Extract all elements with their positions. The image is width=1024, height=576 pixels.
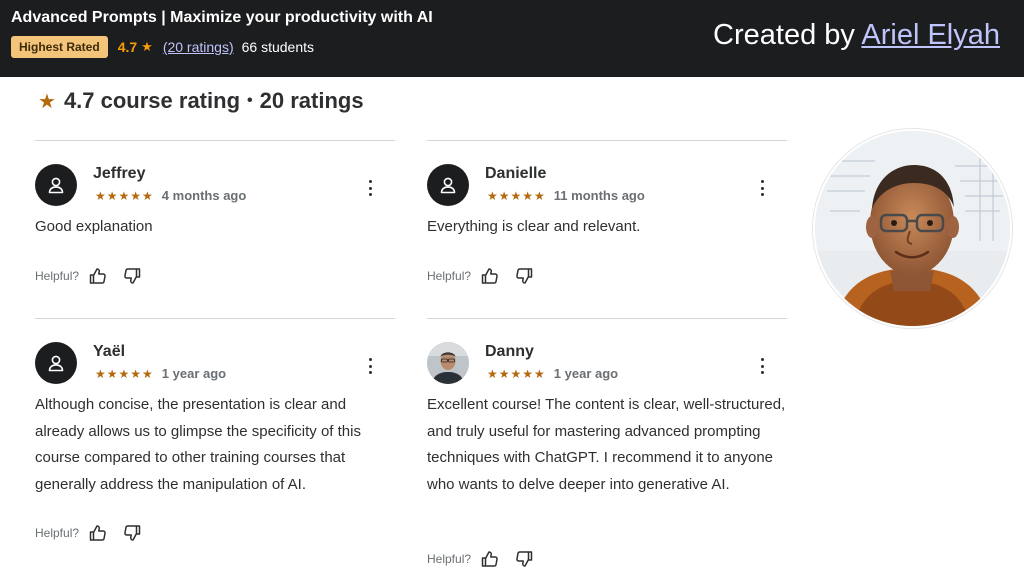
course-rating-value: 4.7 xyxy=(117,39,138,55)
helpful-row: Helpful? xyxy=(35,265,143,287)
created-by-label: Created by xyxy=(713,19,855,51)
star-rating-icon: ★★★★★ xyxy=(487,366,546,381)
star-icon: ★ xyxy=(141,39,153,54)
star-rating-icon: ★★★★★ xyxy=(95,188,154,203)
reviewer-name: Danny xyxy=(485,343,534,360)
thumbs-up-icon[interactable] xyxy=(87,522,109,544)
more-vertical-icon[interactable] xyxy=(364,178,376,198)
review-date: 4 months ago xyxy=(161,188,247,203)
star-rating-icon: ★★★★★ xyxy=(95,366,154,381)
helpful-label: Helpful? xyxy=(35,269,80,283)
helpful-row: Helpful? xyxy=(427,265,535,287)
rating-summary: ★ 4.7 course rating • 20 ratings xyxy=(38,88,364,114)
helpful-row: Helpful? xyxy=(35,522,143,544)
separator-dot: • xyxy=(247,92,253,109)
ratings-total-text: 20 ratings xyxy=(259,88,364,113)
more-vertical-icon[interactable] xyxy=(756,178,768,198)
more-vertical-icon[interactable] xyxy=(756,356,768,376)
review-rating: ★★★★★ 1 year ago xyxy=(487,366,618,381)
user-icon xyxy=(440,177,456,194)
avatar xyxy=(427,164,469,206)
divider xyxy=(427,140,787,141)
avatar xyxy=(35,164,77,206)
divider xyxy=(35,140,395,141)
course-meta: Highest Rated 4.7 ★ (20 ratings) 66 stud… xyxy=(11,36,314,58)
avatar xyxy=(427,342,469,384)
created-by: Created by Ariel Elyah xyxy=(713,19,1000,52)
star-rating-icon: ★★★★★ xyxy=(487,188,546,203)
review-rating: ★★★★★ 1 year ago xyxy=(95,366,226,381)
helpful-label: Helpful? xyxy=(427,552,472,566)
review-rating: ★★★★★ 11 months ago xyxy=(487,188,645,203)
user-icon xyxy=(48,355,64,372)
instructor-photo xyxy=(813,129,1012,328)
thumbs-up-icon[interactable] xyxy=(479,265,501,287)
more-vertical-icon[interactable] xyxy=(364,356,376,376)
highest-rated-badge: Highest Rated xyxy=(11,36,108,58)
thumbs-down-icon[interactable] xyxy=(513,265,535,287)
course-title: Advanced Prompts | Maximize your product… xyxy=(11,9,433,26)
course-rating-text: 4.7 course rating xyxy=(63,88,241,113)
thumbs-down-icon[interactable] xyxy=(121,265,143,287)
review-text: Although concise, the presentation is cl… xyxy=(35,396,361,493)
students-count: 66 students xyxy=(241,39,315,55)
thumbs-up-icon[interactable] xyxy=(479,548,501,570)
course-header: Advanced Prompts | Maximize your product… xyxy=(0,0,1024,77)
review-text: Excellent course! The content is clear, … xyxy=(427,396,786,493)
review-date: 11 months ago xyxy=(553,188,645,203)
divider xyxy=(35,318,395,319)
ratings-count-link[interactable]: (20 ratings) xyxy=(163,39,234,55)
thumbs-up-icon[interactable] xyxy=(87,265,109,287)
user-icon xyxy=(48,177,64,194)
review-date: 1 year ago xyxy=(161,366,227,381)
review-text: Good explanation xyxy=(35,218,153,235)
reviewer-name: Danielle xyxy=(485,165,547,182)
review-text: Everything is clear and relevant. xyxy=(427,218,641,235)
divider xyxy=(427,318,787,319)
reviewer-name: Yaël xyxy=(93,343,126,360)
author-link[interactable]: Ariel Elyah xyxy=(861,19,1000,51)
thumbs-down-icon[interactable] xyxy=(121,522,143,544)
helpful-label: Helpful? xyxy=(427,269,472,283)
reviewer-name: Jeffrey xyxy=(93,165,146,182)
avatar xyxy=(35,342,77,384)
review-date: 1 year ago xyxy=(553,366,619,381)
thumbs-down-icon[interactable] xyxy=(513,548,535,570)
helpful-row: Helpful? xyxy=(427,548,535,570)
review-rating: ★★★★★ 4 months ago xyxy=(95,188,246,203)
helpful-label: Helpful? xyxy=(35,526,80,540)
star-icon: ★ xyxy=(38,90,56,113)
reviewer-photo xyxy=(427,342,469,384)
